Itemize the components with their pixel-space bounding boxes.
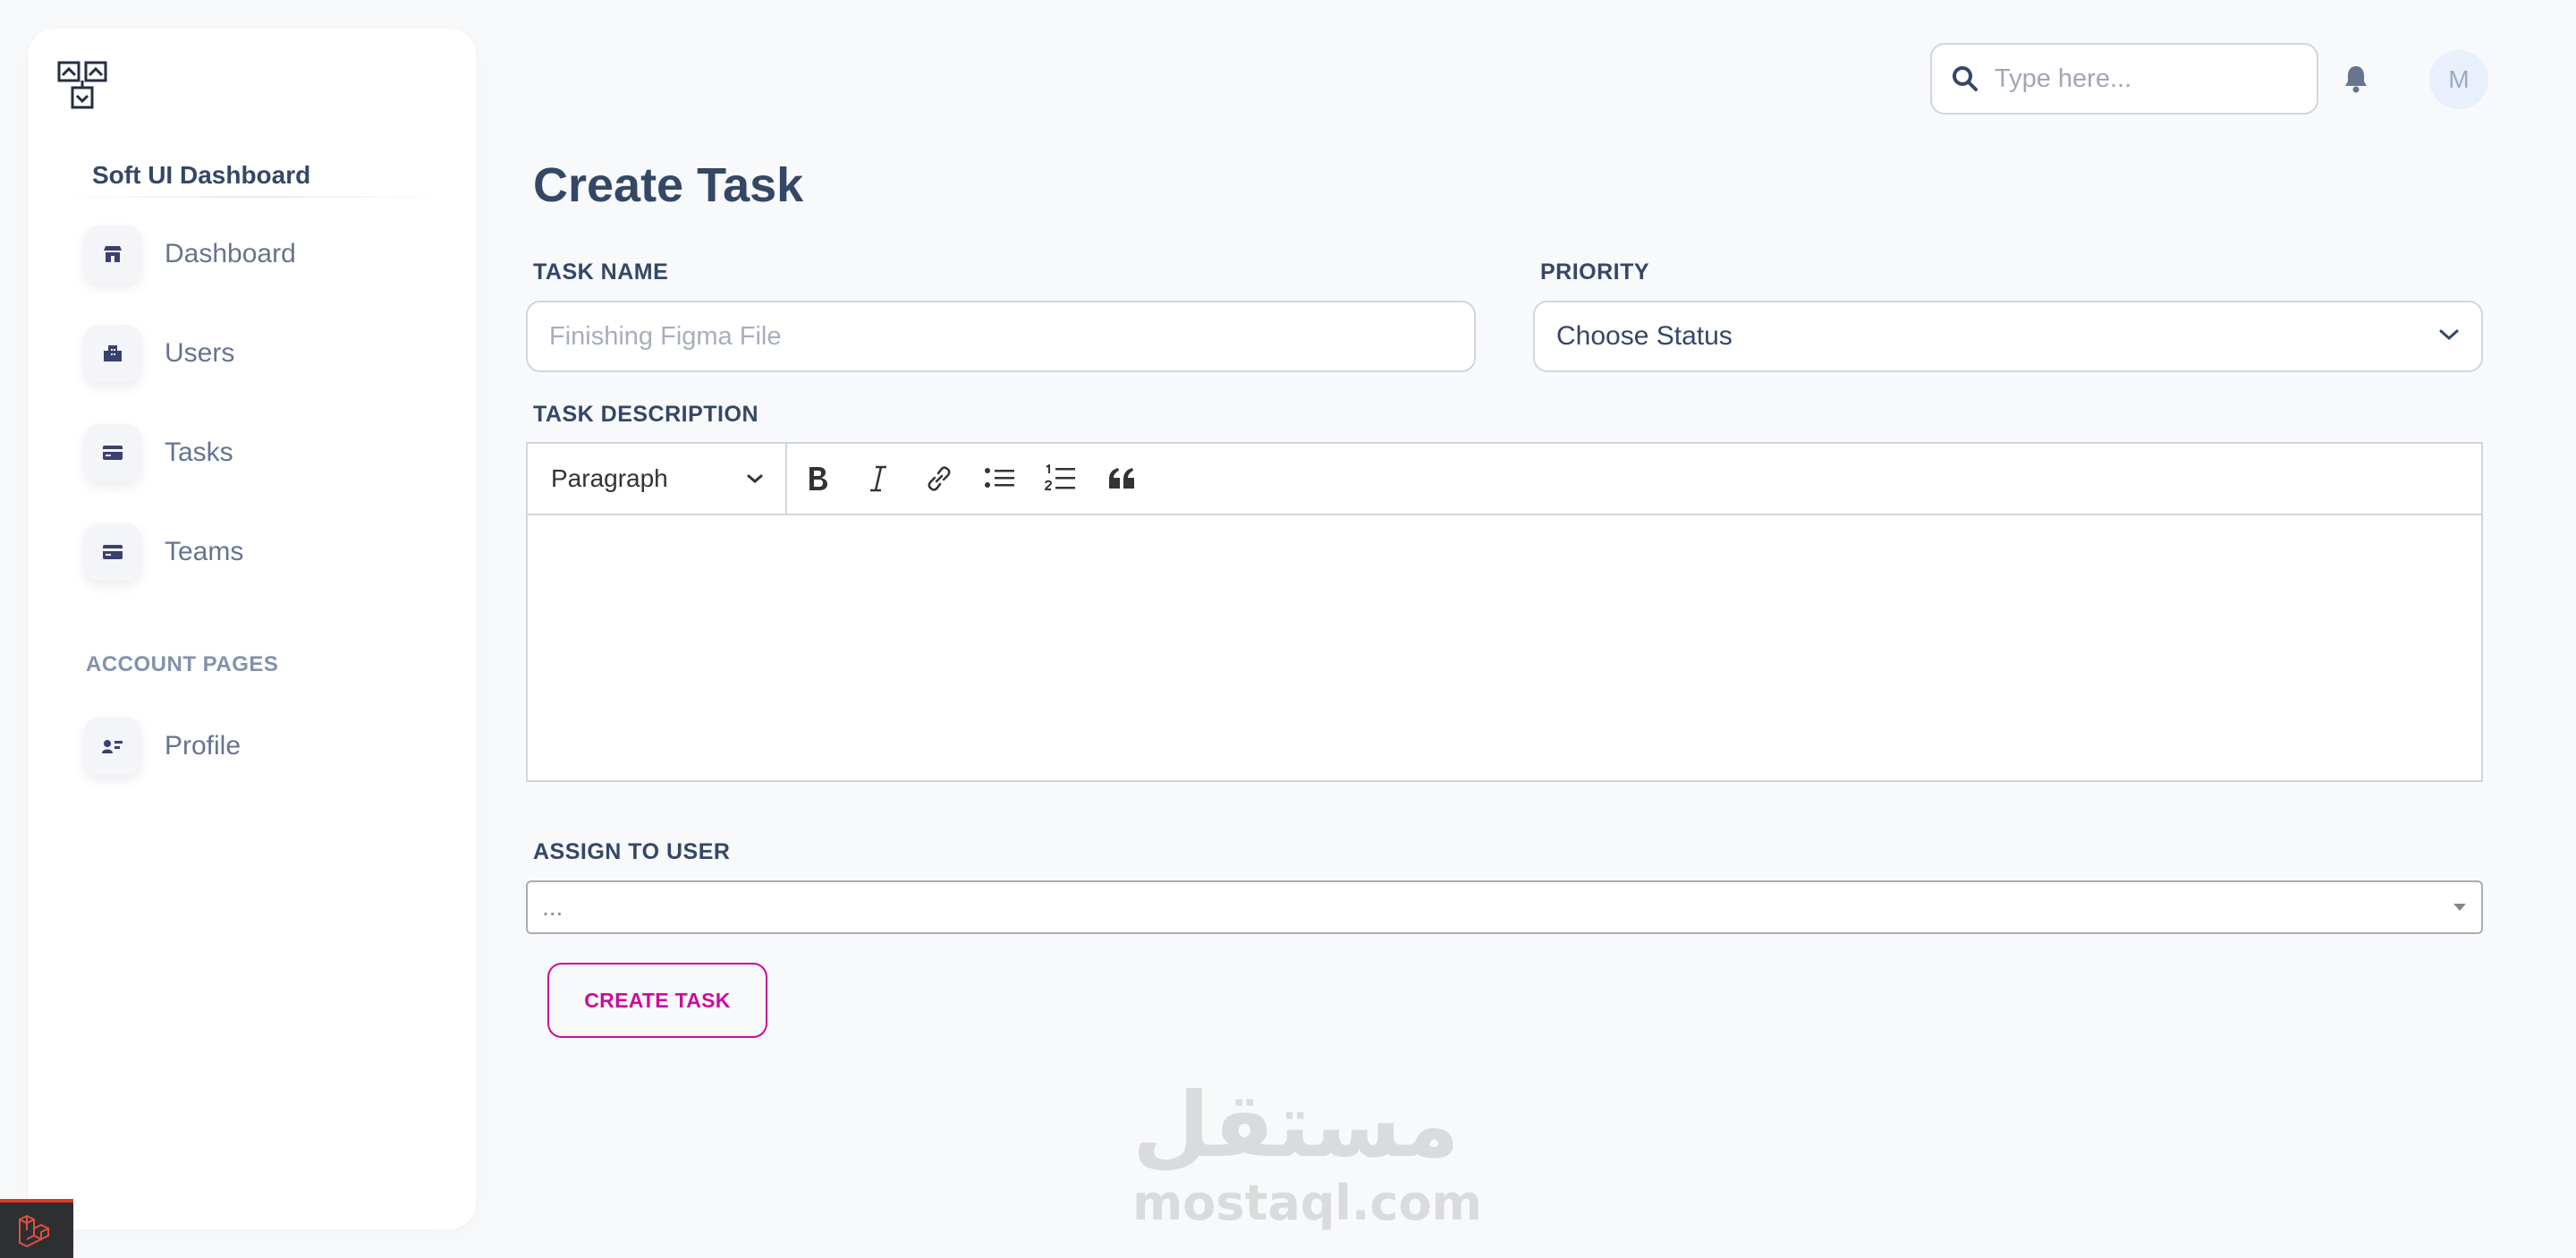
numbered-list-button[interactable]	[1030, 448, 1091, 509]
avatar[interactable]: M	[2429, 50, 2488, 109]
blockquote-button[interactable]	[1091, 448, 1152, 509]
editor-content-area[interactable]	[528, 515, 2481, 780]
sidebar-item-label: Dashboard	[165, 239, 296, 268]
sidebar-item-label: Users	[165, 338, 235, 368]
link-button[interactable]	[909, 448, 970, 509]
task-name-input[interactable]	[526, 301, 1476, 372]
shop-icon	[84, 225, 141, 283]
priority-select[interactable]: Choose Status	[1533, 301, 2483, 372]
section-title: ACCOUNT PAGES	[86, 652, 279, 676]
paragraph-style-dropdown[interactable]: Paragraph	[528, 443, 787, 514]
sidebar-item-label: Tasks	[165, 438, 233, 467]
page-title: Create Task	[533, 158, 804, 212]
sidebar-item-label: Profile	[165, 731, 242, 761]
paragraph-style-label: Paragraph	[551, 464, 668, 492]
task-name-label: TASK NAME	[533, 259, 669, 285]
sidebar: Soft UI Dashboard Dashboard Users Tasks …	[29, 29, 476, 1229]
italic-button[interactable]	[848, 448, 909, 509]
sidebar-item-users[interactable]: Users	[84, 319, 442, 387]
user-card-icon	[84, 718, 141, 775]
office-icon	[84, 325, 141, 382]
laravel-icon[interactable]	[0, 1199, 73, 1258]
brand-name[interactable]: Soft UI Dashboard	[92, 161, 310, 190]
create-task-button[interactable]: CREATE TASK	[547, 963, 767, 1038]
sidebar-item-label: Teams	[165, 537, 244, 566]
priority-label: PRIORITY	[1540, 259, 1650, 285]
assign-user-value: ...	[542, 893, 564, 921]
bold-button[interactable]	[787, 448, 848, 509]
bulleted-list-icon	[985, 468, 1014, 488]
chevron-down-icon	[747, 474, 763, 483]
caret-down-icon	[2453, 904, 2466, 911]
editor-toolbar: Paragraph	[528, 443, 2481, 515]
sidebar-item-profile[interactable]: Profile	[84, 712, 442, 780]
search-input[interactable]	[1995, 64, 2299, 94]
rich-text-editor: Paragraph	[526, 442, 2483, 782]
numbered-list-icon	[1045, 464, 1075, 490]
sidebar-item-dashboard[interactable]: Dashboard	[84, 220, 442, 288]
logo-icon[interactable]	[55, 59, 109, 115]
search-icon	[1952, 65, 1979, 92]
quote-icon	[1109, 468, 1134, 489]
watermark-latin: mostaql.com	[1132, 1175, 1482, 1231]
watermark-arabic: مستقل	[1132, 1073, 1460, 1177]
priority-select-value: Choose Status	[1556, 321, 1733, 351]
bold-icon	[809, 467, 827, 490]
sidebar-item-tasks[interactable]: Tasks	[84, 419, 442, 487]
bell-icon[interactable]	[2343, 64, 2372, 95]
assign-user-select[interactable]: ...	[526, 880, 2483, 934]
assign-user-label: ASSIGN TO USER	[533, 839, 731, 864]
credit-card-icon	[84, 523, 141, 581]
link-icon	[928, 466, 951, 491]
divider	[57, 196, 447, 198]
task-description-label: TASK DESCRIPTION	[533, 402, 758, 427]
credit-card-icon	[84, 424, 141, 481]
chevron-down-icon	[2438, 327, 2460, 346]
italic-icon	[870, 465, 886, 492]
bulleted-list-button[interactable]	[970, 448, 1030, 509]
search-box[interactable]	[1930, 43, 2318, 115]
sidebar-item-teams[interactable]: Teams	[84, 518, 442, 586]
